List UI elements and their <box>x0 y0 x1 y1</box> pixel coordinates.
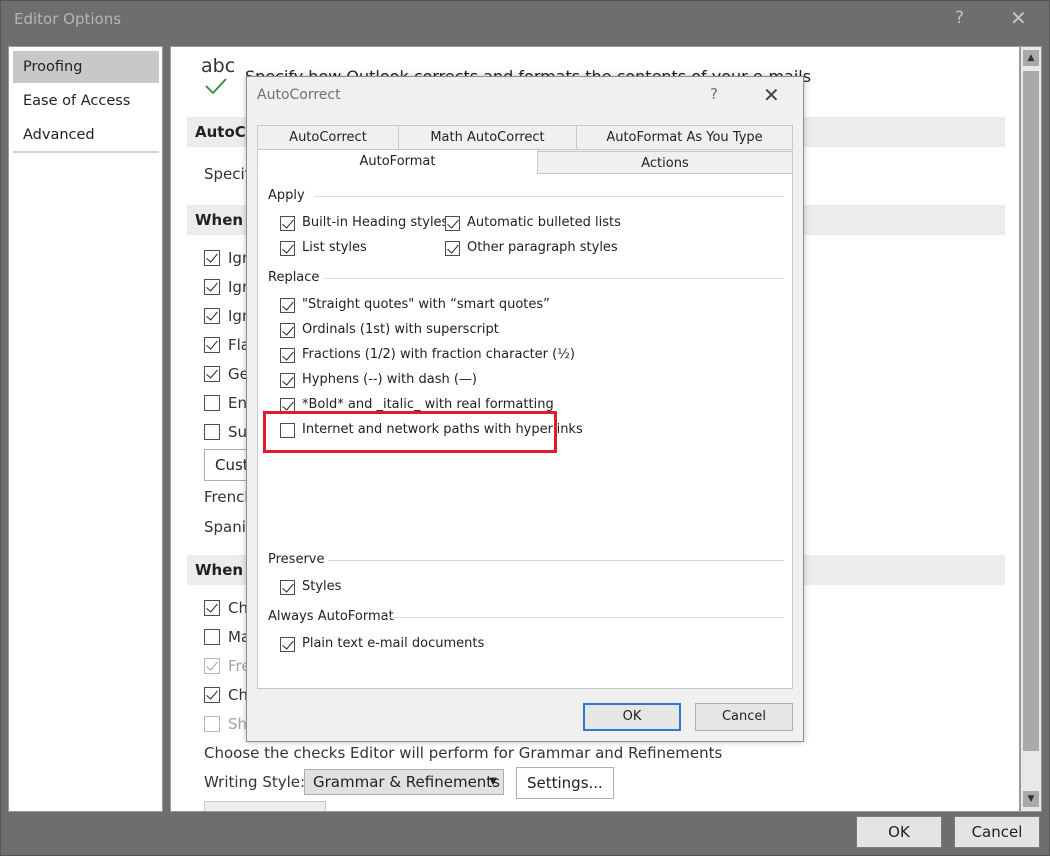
checkbox[interactable] <box>280 241 295 256</box>
nav-divider <box>13 151 159 153</box>
checkbox[interactable] <box>280 348 295 363</box>
checkbox[interactable] <box>280 637 295 652</box>
recheck-button[interactable] <box>204 801 326 811</box>
option-label: Ordinals (1st) with superscript <box>302 322 499 337</box>
tab-autocorrect[interactable]: AutoCorrect <box>257 125 399 150</box>
checkbox[interactable] <box>204 600 220 616</box>
checkbox[interactable] <box>445 241 460 256</box>
option-label: *Bold* and _italic_ with real formatting <box>302 397 554 412</box>
option-label: Automatic bulleted lists <box>467 215 621 230</box>
writing-style-label: Writing Style: <box>204 773 306 791</box>
ok-button[interactable]: OK <box>856 816 942 848</box>
group-label-apply: Apply <box>268 188 305 203</box>
writing-style-select[interactable]: Grammar & Refinements ▼ <box>304 769 504 795</box>
grammar-caption: Choose the checks Editor will perform fo… <box>204 744 723 762</box>
option-label: Fractions (1/2) with fraction character … <box>302 347 575 362</box>
scroll-down-arrow-icon[interactable]: ▼ <box>1023 791 1039 807</box>
tab-autoformat-as-you-type[interactable]: AutoFormat As You Type <box>576 125 793 150</box>
checkbox[interactable] <box>204 250 220 266</box>
checkbox <box>204 658 220 674</box>
checkbox[interactable] <box>204 279 220 295</box>
dialog-title: AutoCorrect <box>257 87 341 103</box>
checkmark-icon <box>205 78 227 95</box>
tab-math-autocorrect[interactable]: Math AutoCorrect <box>398 125 577 150</box>
checkbox[interactable] <box>204 395 220 411</box>
checkbox[interactable] <box>204 337 220 353</box>
group-label-preserve: Preserve <box>268 552 325 567</box>
option-label: Hyphens (--) with dash (—) <box>302 372 477 387</box>
dialog-ok-button[interactable]: OK <box>583 703 681 731</box>
abc-icon: abc <box>201 55 236 77</box>
checkbox[interactable] <box>204 308 220 324</box>
writing-style-value: Grammar & Refinements <box>313 773 501 791</box>
autocorrect-dialog: AutoCorrect ? ✕ AutoCorrect Math AutoCor… <box>246 76 804 742</box>
group-label-always-autoformat: Always AutoFormat <box>268 609 394 624</box>
tab-actions[interactable]: Actions <box>537 151 793 174</box>
dialog-help-icon[interactable]: ? <box>710 85 718 103</box>
checkbox[interactable] <box>280 580 295 595</box>
nav-item-proofing[interactable]: Proofing <box>13 51 159 83</box>
help-icon[interactable]: ? <box>955 8 964 28</box>
option-label: Other paragraph styles <box>467 240 618 255</box>
checkbox[interactable] <box>204 424 220 440</box>
checkbox[interactable] <box>280 323 295 338</box>
group-divider <box>386 617 784 618</box>
option-label: Plain text e-mail documents <box>302 636 485 651</box>
checkbox[interactable] <box>204 366 220 382</box>
highlight-annotation <box>263 411 557 453</box>
left-nav: Proofing Ease of Access Advanced <box>8 46 163 812</box>
checkbox[interactable] <box>204 687 220 703</box>
scroll-up-arrow-icon[interactable]: ▲ <box>1023 50 1039 66</box>
group-label-replace: Replace <box>268 270 320 285</box>
group-divider <box>314 196 784 197</box>
option-label: Styles <box>302 579 342 594</box>
option-label: "Straight quotes" with “smart quotes” <box>302 297 550 312</box>
window-title: Editor Options <box>14 10 122 28</box>
chevron-down-icon: ▼ <box>489 776 497 787</box>
close-icon[interactable]: ✕ <box>1010 6 1027 30</box>
option-label: List styles <box>302 240 367 255</box>
group-divider <box>324 278 784 279</box>
settings-button[interactable]: Settings... <box>516 767 614 799</box>
cancel-button[interactable]: Cancel <box>954 816 1040 848</box>
scrollbar-thumb[interactable] <box>1023 71 1039 751</box>
checkbox[interactable] <box>280 216 295 231</box>
checkbox[interactable] <box>280 373 295 388</box>
nav-item-ease-of-access[interactable]: Ease of Access <box>13 85 159 117</box>
checkbox[interactable] <box>445 216 460 231</box>
option-label: Built-in Heading styles <box>302 215 449 230</box>
checkbox[interactable] <box>204 629 220 645</box>
group-divider <box>328 560 784 561</box>
checkbox[interactable] <box>280 298 295 313</box>
checkbox <box>204 716 220 732</box>
dialog-close-icon[interactable]: ✕ <box>763 83 780 107</box>
tab-autoformat[interactable]: AutoFormat <box>257 149 538 174</box>
vertical-scrollbar[interactable]: ▲ ▼ <box>1020 46 1042 812</box>
nav-item-advanced[interactable]: Advanced <box>13 119 159 151</box>
dialog-cancel-button[interactable]: Cancel <box>695 703 793 731</box>
